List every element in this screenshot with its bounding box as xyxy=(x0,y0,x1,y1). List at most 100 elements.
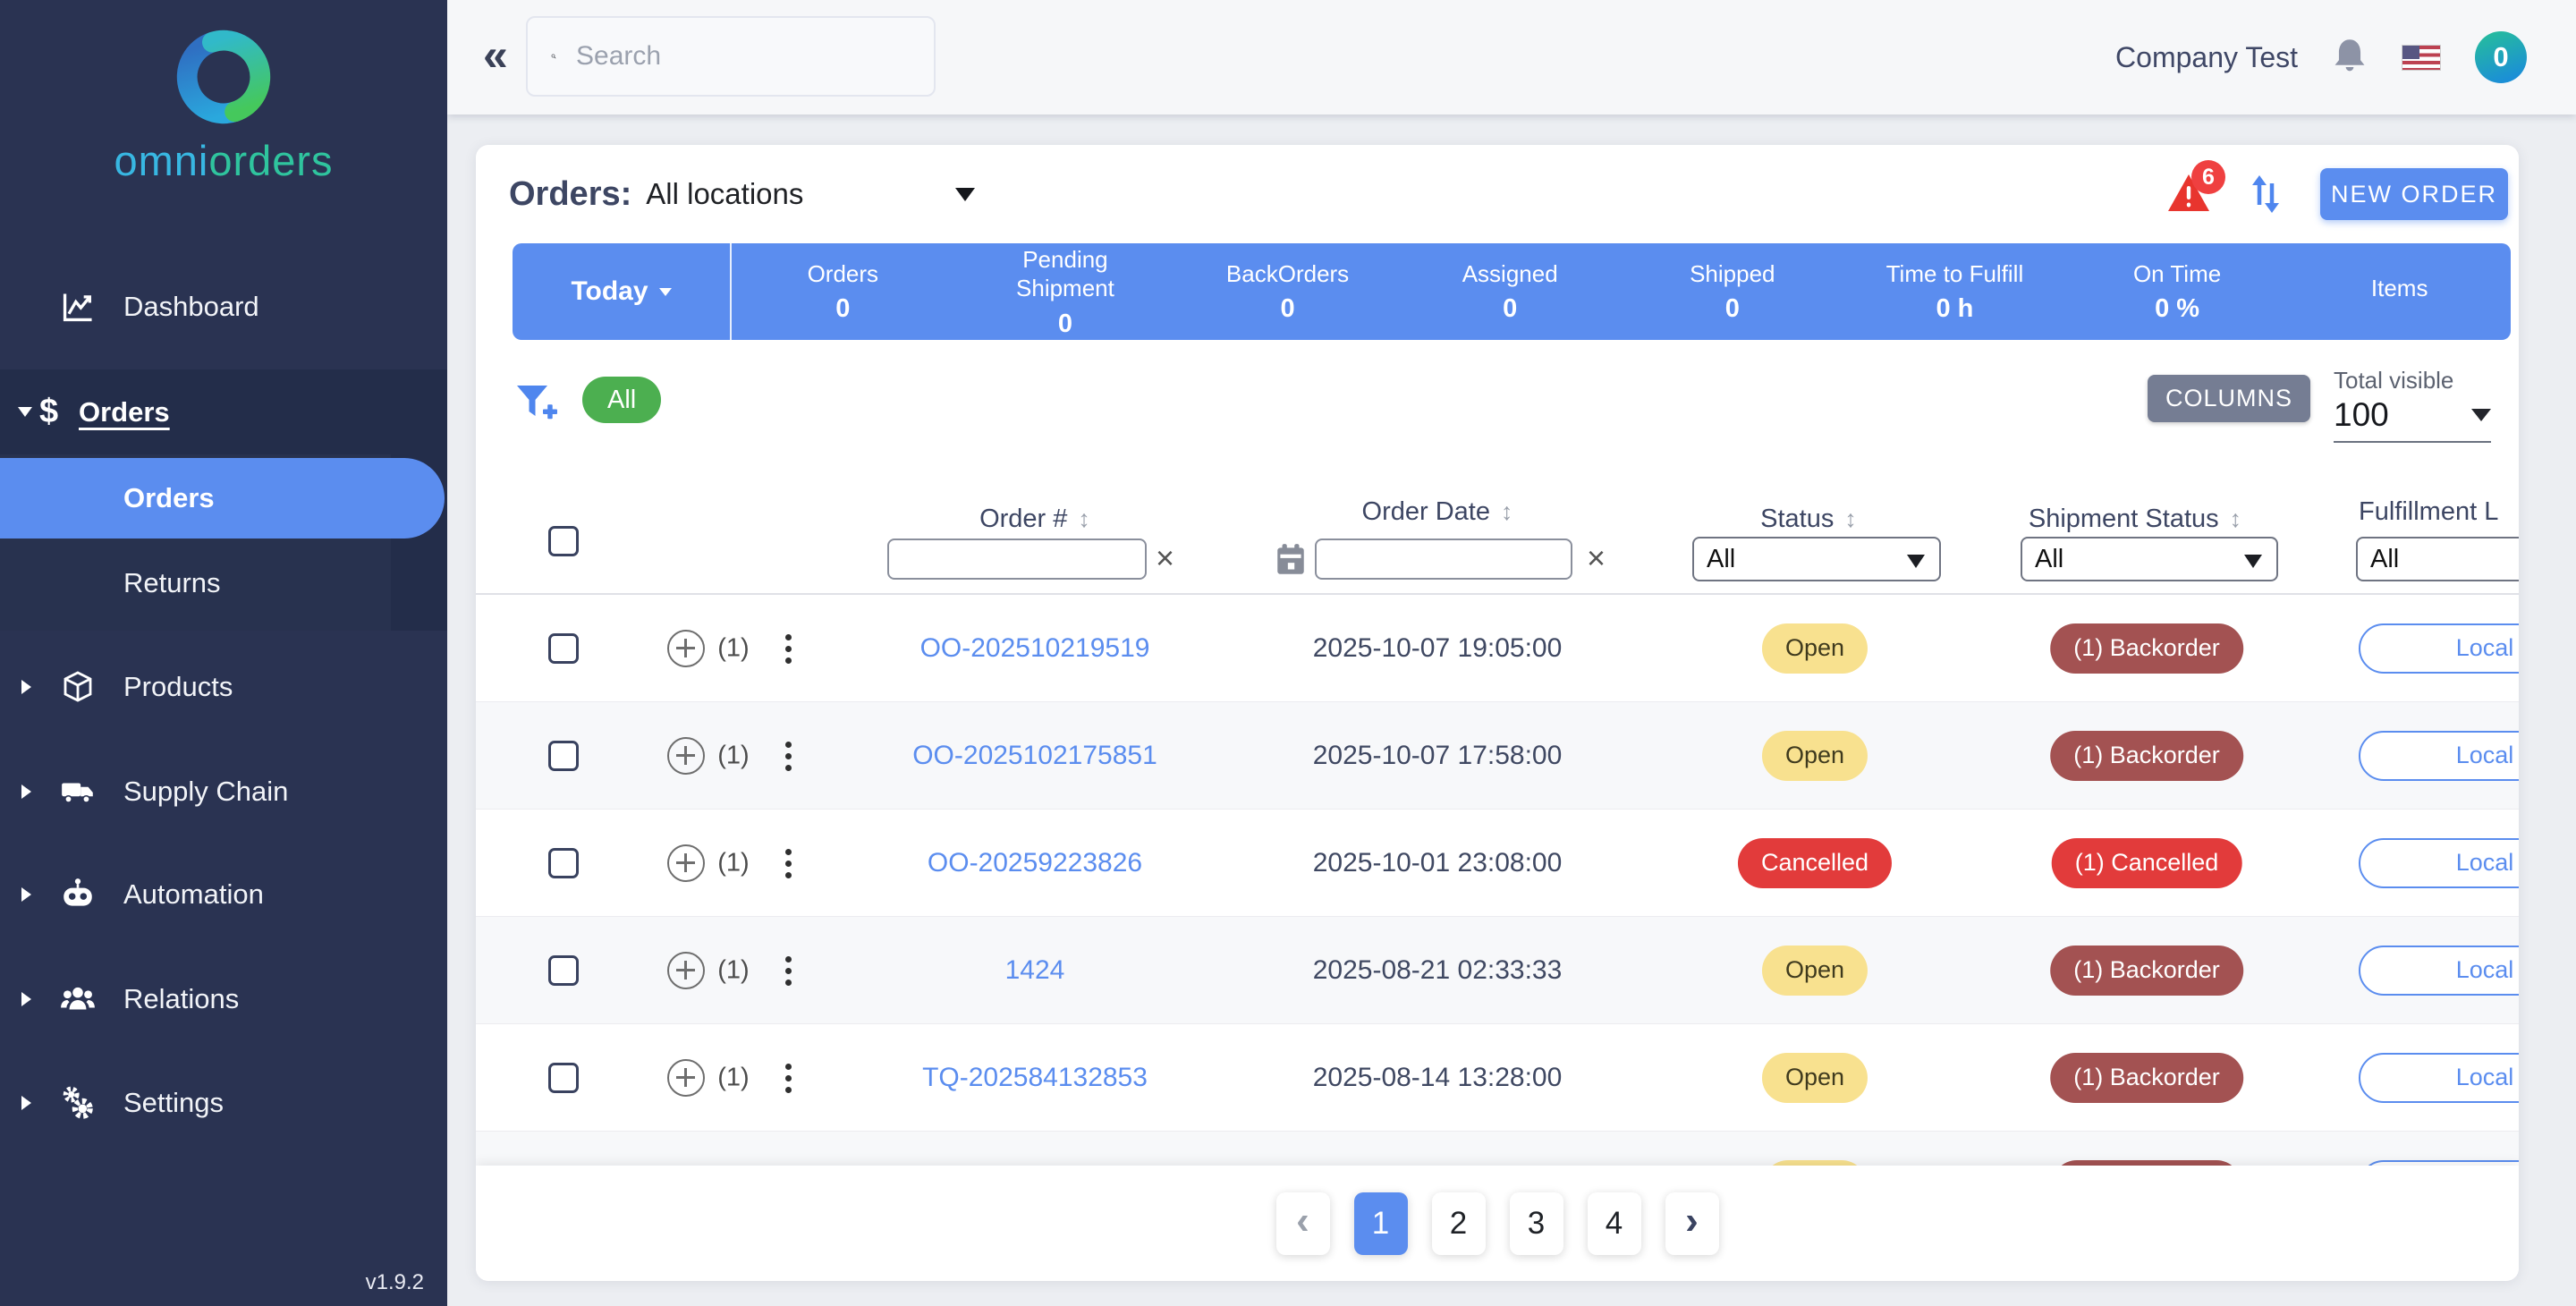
dashboard-chart-icon xyxy=(59,288,97,326)
row-checkbox[interactable] xyxy=(548,741,579,771)
sort-icon[interactable]: ↕ xyxy=(1844,505,1857,533)
select-all-checkbox[interactable] xyxy=(548,526,579,556)
select-caret-icon xyxy=(1907,555,1925,568)
stat-on-time: On Time0 % xyxy=(2066,243,2289,340)
fulfillment-badge[interactable]: Local xyxy=(2359,946,2519,996)
row-menu-icon[interactable] xyxy=(778,1060,800,1096)
expand-row-icon[interactable] xyxy=(667,844,705,882)
fulfillment-filter-select[interactable]: All xyxy=(2356,537,2519,581)
sidebar-item-settings[interactable]: Settings xyxy=(0,1063,447,1143)
stat-assigned: Assigned0 xyxy=(1399,243,1622,340)
stats-bar: Today Orders0 Pending Shipment0 BackOrde… xyxy=(513,243,2511,340)
pagination-prev-button[interactable]: ‹ xyxy=(1276,1192,1330,1255)
column-order-number: Order #↕ xyxy=(979,505,1090,534)
search-icon xyxy=(551,40,556,72)
columns-button[interactable]: COLUMNS xyxy=(2148,375,2310,422)
expand-row-icon[interactable] xyxy=(667,737,705,775)
total-visible-value: 100 xyxy=(2334,396,2389,434)
order-link[interactable]: OO-202510219519 xyxy=(920,633,1150,664)
chevron-right-icon xyxy=(21,992,31,1006)
shipment-status-filter-select[interactable]: All xyxy=(2021,537,2278,581)
row-checkbox[interactable] xyxy=(548,955,579,986)
location-dropdown-caret-icon[interactable] xyxy=(955,188,975,201)
order-date-filter-input[interactable] xyxy=(1315,539,1572,580)
stat-shipped: Shipped0 xyxy=(1622,243,1844,340)
pagination-page-1[interactable]: 1 xyxy=(1354,1192,1408,1255)
sidebar-item-dashboard[interactable]: Dashboard xyxy=(0,267,447,347)
clear-filter-icon[interactable]: × xyxy=(1156,542,1174,574)
logo: omniorders xyxy=(0,23,447,185)
people-icon xyxy=(59,980,97,1018)
robot-icon xyxy=(59,876,97,913)
row-checkbox[interactable] xyxy=(548,848,579,878)
line-count: (1) xyxy=(717,848,749,878)
sidebar-subitem-returns[interactable]: Returns xyxy=(0,543,445,623)
sort-icon[interactable]: ↕ xyxy=(1078,505,1090,533)
stats-period-selector[interactable]: Today xyxy=(513,243,732,340)
clear-filter-icon[interactable]: × xyxy=(1587,542,1606,574)
table-row: (1) OO-202510219519 2025-10-07 19:05:00 … xyxy=(476,595,2519,702)
sidebar-item-supply-chain[interactable]: Supply Chain xyxy=(0,751,447,832)
row-checkbox[interactable] xyxy=(548,633,579,664)
chevron-right-icon: › xyxy=(1685,1199,1699,1249)
location-selector-value[interactable]: All locations xyxy=(646,177,803,211)
language-flag-us[interactable] xyxy=(2402,45,2441,71)
chevron-down-icon xyxy=(18,407,32,417)
sort-icon[interactable]: ↕ xyxy=(2230,505,2242,533)
expand-row-icon[interactable] xyxy=(667,1059,705,1097)
import-export-icon[interactable] xyxy=(2247,173,2284,216)
topbar: « Company Test 0 xyxy=(447,0,2576,114)
sidebar-item-products[interactable]: Products xyxy=(0,647,447,727)
order-link[interactable]: 1424 xyxy=(1005,955,1065,986)
shipment-status-badge: (1) Backorder xyxy=(2050,1053,2243,1103)
status-filter-select[interactable]: All xyxy=(1692,537,1941,581)
notifications-bell-icon[interactable] xyxy=(2332,37,2368,78)
new-order-button[interactable]: NEW ORDER xyxy=(2320,168,2508,220)
sidebar-subitem-orders[interactable]: Orders xyxy=(0,458,445,539)
filter-chip-all[interactable]: All xyxy=(582,377,661,423)
calendar-icon[interactable] xyxy=(1275,542,1307,578)
order-link[interactable]: TQ-202584132853 xyxy=(922,1063,1148,1093)
row-menu-icon[interactable] xyxy=(778,631,800,666)
order-link[interactable]: OO-2025102175851 xyxy=(912,741,1157,771)
total-visible-select[interactable]: Total visible 100 xyxy=(2334,367,2491,443)
add-filter-icon[interactable] xyxy=(513,379,559,426)
row-menu-icon[interactable] xyxy=(778,738,800,774)
alerts-warning-button[interactable]: 6 xyxy=(2166,173,2211,216)
stat-time-to-fulfill: Time to Fulfill0 h xyxy=(1843,243,2066,340)
chevron-right-icon xyxy=(21,1096,31,1110)
pagination-page-4[interactable]: 4 xyxy=(1588,1192,1641,1255)
company-name[interactable]: Company Test xyxy=(2115,41,2298,74)
line-count: (1) xyxy=(717,633,749,663)
pagination-page-3[interactable]: 3 xyxy=(1510,1192,1563,1255)
stat-backorders: BackOrders0 xyxy=(1176,243,1399,340)
sidebar-item-orders[interactable]: $ Orders xyxy=(0,369,447,454)
fulfillment-badge[interactable]: Local xyxy=(2359,838,2519,888)
order-link[interactable]: OO-20259223826 xyxy=(928,848,1142,878)
row-menu-icon[interactable] xyxy=(778,953,800,988)
search-input[interactable] xyxy=(576,41,921,72)
row-menu-icon[interactable] xyxy=(778,845,800,881)
sort-icon[interactable]: ↕ xyxy=(1501,498,1513,526)
expand-row-icon[interactable] xyxy=(667,630,705,667)
pagination-next-button[interactable]: › xyxy=(1665,1192,1719,1255)
fulfillment-badge[interactable]: Local xyxy=(2359,731,2519,781)
box-icon xyxy=(59,668,97,706)
status-badge: Open xyxy=(1762,1053,1868,1103)
fulfillment-badge[interactable]: Local xyxy=(2359,1053,2519,1103)
order-number-filter-input[interactable] xyxy=(887,539,1147,580)
app-version: v1.9.2 xyxy=(366,1270,424,1295)
fulfillment-badge[interactable]: Local xyxy=(2359,623,2519,674)
search-box[interactable] xyxy=(526,16,936,97)
pagination-page-2[interactable]: 2 xyxy=(1432,1192,1486,1255)
row-checkbox[interactable] xyxy=(548,1063,579,1093)
order-date: 2025-10-01 23:08:00 xyxy=(1313,848,1563,878)
select-caret-icon xyxy=(2244,555,2262,568)
sidebar-item-automation[interactable]: Automation xyxy=(0,854,447,935)
topbar-right: Company Test 0 xyxy=(2115,0,2527,114)
sidebar-item-relations[interactable]: Relations xyxy=(0,959,447,1039)
avatar[interactable]: 0 xyxy=(2475,31,2527,83)
table-row: (1) TQ-202584132853 2025-08-14 13:28:00 … xyxy=(476,1024,2519,1132)
expand-row-icon[interactable] xyxy=(667,952,705,989)
collapse-sidebar-button[interactable]: « xyxy=(483,30,508,81)
